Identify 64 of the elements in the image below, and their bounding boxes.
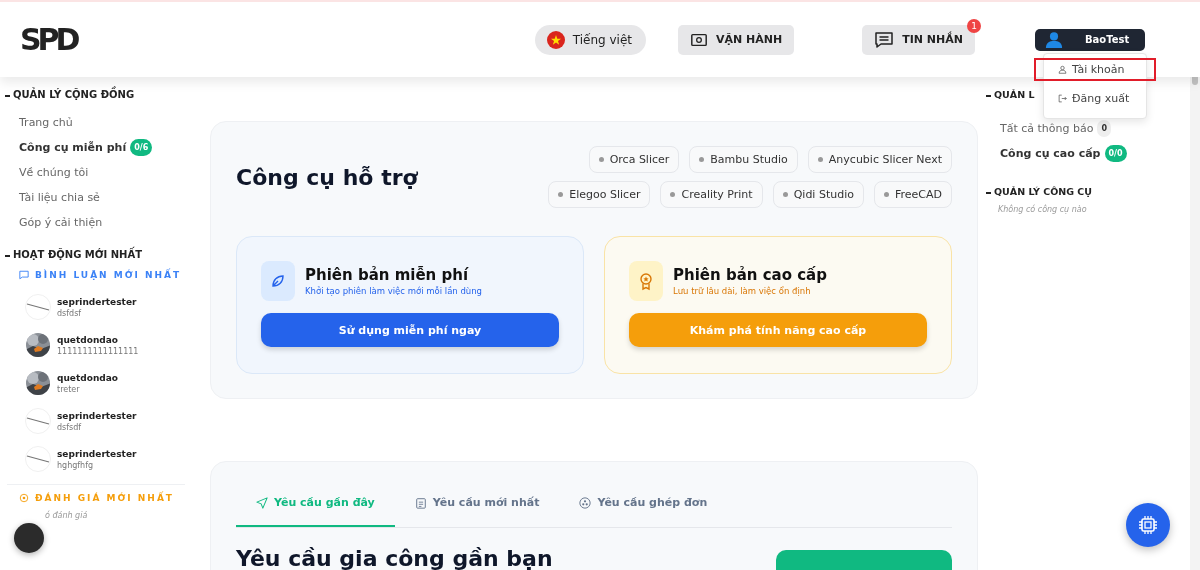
tab[interactable]: Yêu cầu mới nhất bbox=[394, 480, 560, 527]
count-badge: 0/6 bbox=[130, 139, 153, 156]
nav-link[interactable]: Công cụ cao cấp bbox=[1000, 147, 1101, 160]
tool-chip[interactable]: FreeCAD bbox=[873, 181, 952, 208]
plan-title: Phiên bản miễn phí bbox=[305, 266, 470, 284]
tool-chip[interactable]: Qidi Studio bbox=[772, 181, 864, 208]
count-badge: 0/0 bbox=[1104, 145, 1127, 162]
nav-link[interactable]: Tất cả thông báo bbox=[1000, 122, 1094, 135]
comment-author: seprindertester bbox=[57, 410, 137, 421]
section-title: Công cụ hỗ trợ bbox=[236, 164, 418, 190]
tool-chip[interactable]: Elegoo Slicer bbox=[548, 181, 651, 208]
comment-author: quetdondao bbox=[57, 334, 119, 345]
subsection-heading: ĐÁNH GIÁ MỚI NHẤT bbox=[35, 493, 174, 503]
comment-text: hghgfhfg bbox=[57, 460, 95, 470]
language-button[interactable]: Tiếng việt bbox=[534, 24, 647, 55]
comment-text: 1111111111111111 bbox=[57, 346, 139, 356]
empty-message: Không có công cụ nào bbox=[997, 205, 1088, 214]
user-button[interactable]: BaoTest bbox=[1035, 28, 1145, 51]
avatar bbox=[25, 294, 51, 320]
comment-text: treter bbox=[57, 384, 81, 394]
comment-icon bbox=[19, 270, 29, 280]
menu-item[interactable]: Tài khoản bbox=[1034, 57, 1156, 81]
tool-chip[interactable]: Bambu Studio bbox=[689, 146, 798, 173]
flag-icon bbox=[546, 30, 565, 49]
send-icon bbox=[256, 496, 268, 509]
nav-link[interactable]: Về chúng tôi bbox=[19, 166, 89, 179]
operate-button[interactable]: VẬN HÀNH bbox=[678, 24, 795, 55]
comment-author: quetdondao bbox=[57, 372, 118, 383]
comment-author: seprindertester bbox=[57, 448, 137, 459]
empty-message: ó đánh giá bbox=[44, 511, 89, 520]
section-title: Yêu cầu gia công gần bạn bbox=[236, 546, 553, 570]
section-heading: QUẢN LÝ CÔNG CỤ bbox=[986, 186, 1163, 197]
notification-badge: 1 bbox=[967, 18, 981, 33]
scrollbar[interactable] bbox=[1190, 77, 1200, 570]
tab[interactable]: Yêu cầu ghép đơn bbox=[559, 480, 728, 527]
logo[interactable]: SPD bbox=[20, 22, 80, 57]
tool-chip[interactable]: Orca Slicer bbox=[588, 146, 680, 173]
nav-link[interactable]: Tài liệu chia sẻ bbox=[19, 191, 100, 204]
person-icon bbox=[1058, 64, 1067, 74]
group-icon bbox=[579, 496, 592, 509]
avatar bbox=[25, 408, 51, 434]
nav-link[interactable]: Góp ý cải thiện bbox=[19, 216, 103, 229]
subsection-heading: BÌNH LUẬN MỚI NHẤT bbox=[35, 270, 182, 280]
comment-text: dsfsdf bbox=[57, 422, 83, 432]
tool-chip[interactable]: Anycubic Slicer Next bbox=[807, 146, 952, 173]
menu-item[interactable]: Đăng xuất bbox=[1034, 86, 1156, 110]
floating-button[interactable] bbox=[14, 523, 44, 553]
comment-author: seprindertester bbox=[57, 296, 137, 307]
nav-link[interactable]: Công cụ miễn phí bbox=[19, 141, 127, 154]
count-badge: 0 bbox=[1097, 120, 1112, 137]
avatar bbox=[25, 446, 51, 472]
plan-button[interactable]: Sử dụng miễn phí ngay bbox=[261, 313, 559, 347]
plan-title: Phiên bản cao cấp bbox=[673, 266, 827, 284]
user-icon bbox=[1045, 30, 1063, 49]
logout-icon bbox=[1058, 93, 1067, 103]
tool-chip[interactable]: Creality Print bbox=[660, 181, 763, 208]
plan-subtitle: Khởi tạo phiên làm việc mới mỗi lần dùng bbox=[305, 286, 482, 296]
chat-icon bbox=[874, 29, 895, 50]
comment-text: dsfdsf bbox=[57, 308, 83, 318]
chip-icon bbox=[1136, 513, 1160, 537]
target-icon bbox=[19, 493, 29, 503]
nav-link[interactable]: Trang chủ bbox=[19, 116, 73, 129]
clipboard-icon bbox=[414, 496, 427, 509]
plan-subtitle: Lưu trữ lâu dài, làm việc ổn định bbox=[673, 286, 812, 296]
